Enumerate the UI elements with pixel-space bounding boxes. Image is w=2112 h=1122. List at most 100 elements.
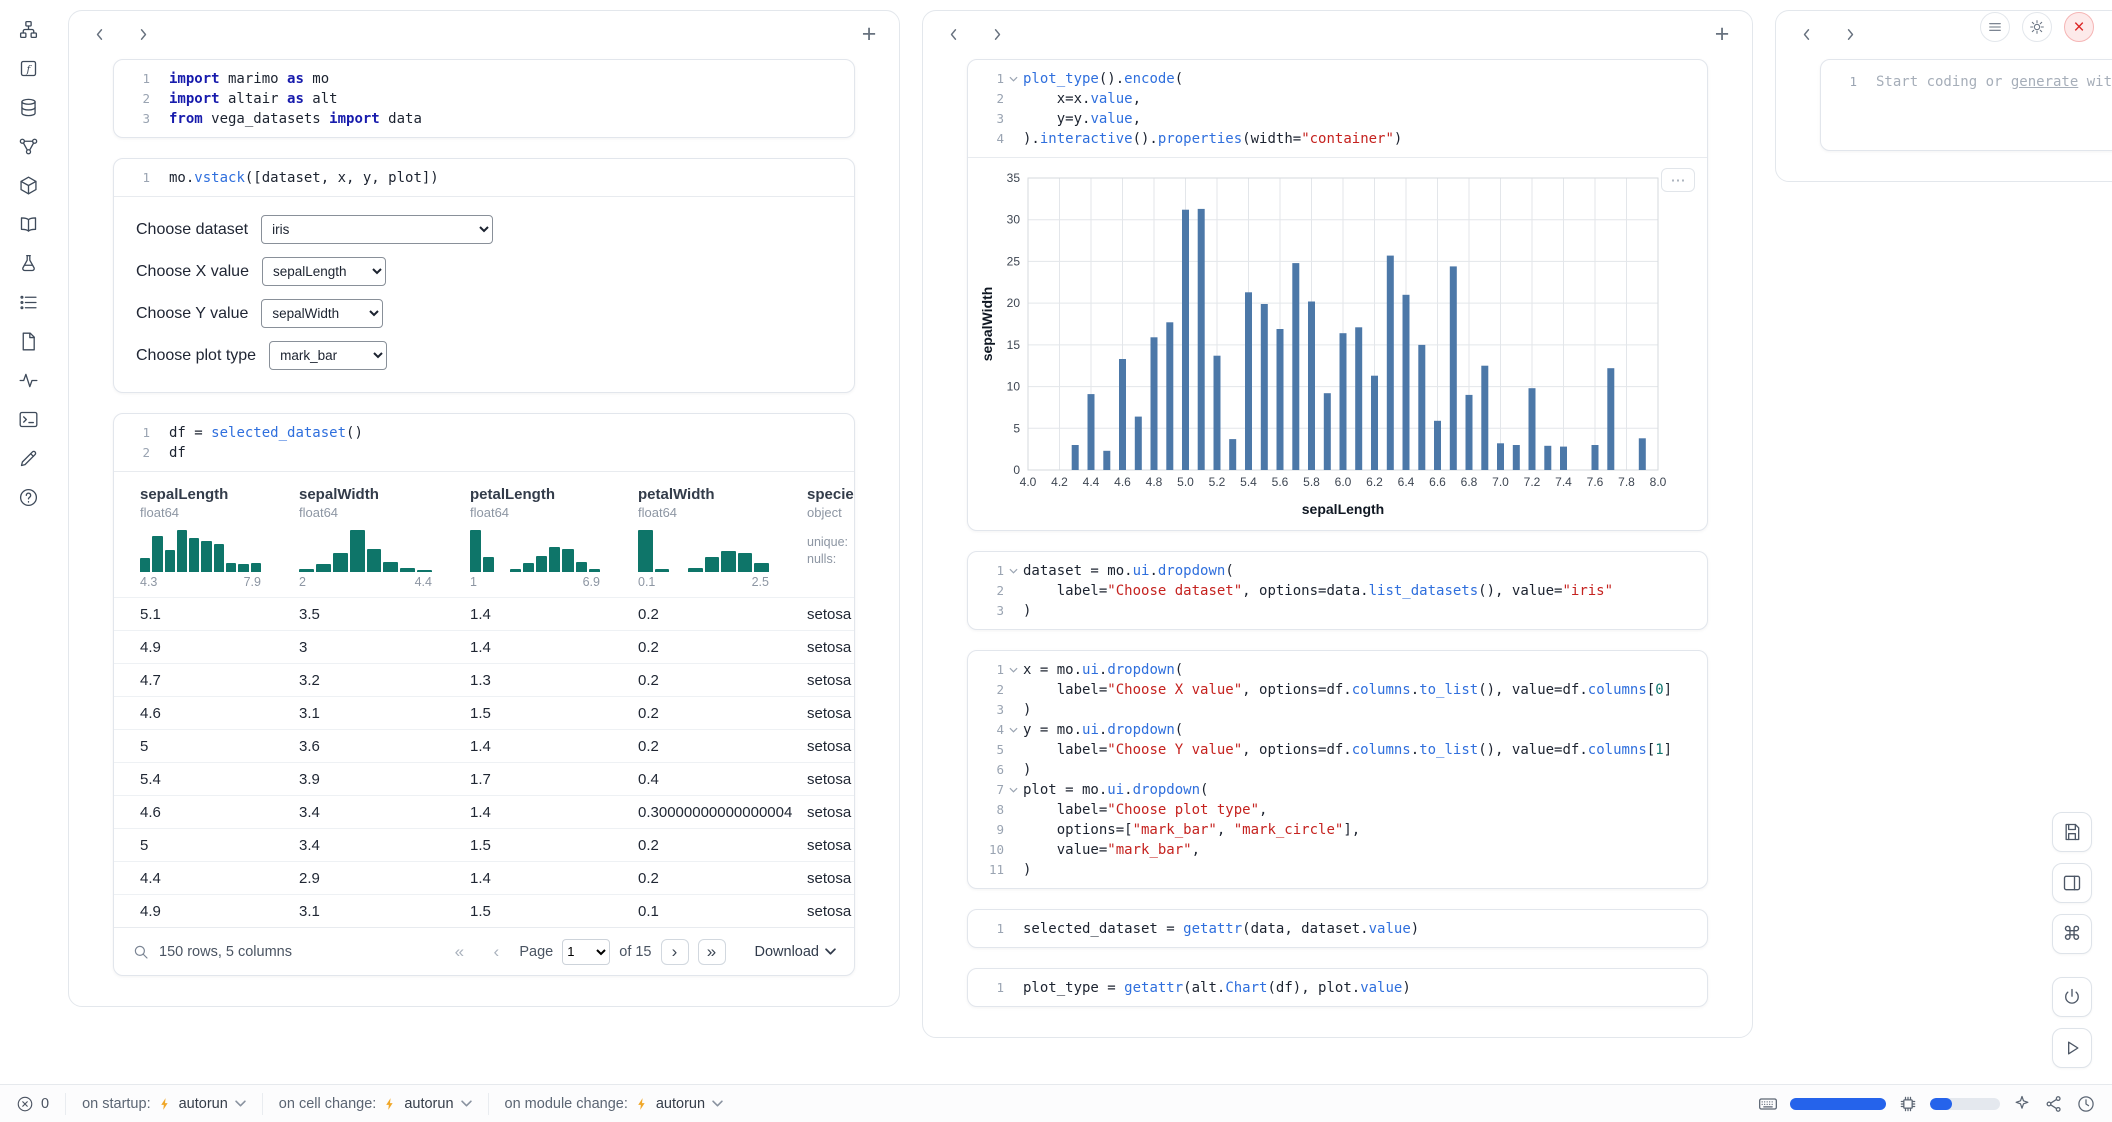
column-histogram[interactable] — [470, 530, 600, 572]
on-cell-change-setting[interactable]: on cell change: autorun — [262, 1093, 488, 1115]
code-line[interactable]: 3) — [968, 601, 1707, 621]
column-move-left-button[interactable] — [941, 22, 965, 46]
sepal-bar-chart[interactable]: 051015202530354.04.24.44.64.85.05.25.45.… — [978, 170, 1688, 522]
packages-panel-button[interactable] — [15, 172, 41, 198]
code-editor[interactable]: 1dataset = mo.ui.dropdown(2 label="Choos… — [968, 552, 1707, 629]
first-page-button[interactable]: « — [445, 939, 473, 965]
code-line[interactable]: 1selected_dataset = getattr(data, datase… — [968, 919, 1707, 939]
cell-empty[interactable]: 1 Start coding or generate with AI. — [1820, 59, 2112, 151]
add-cell-button[interactable]: + — [1710, 22, 1734, 46]
plot-type-select[interactable]: mark_bar — [269, 341, 387, 370]
on-module-change-setting[interactable]: on module change: autorun — [488, 1093, 740, 1115]
history-button[interactable] — [2076, 1094, 2096, 1114]
dependencies-panel-button[interactable] — [15, 133, 41, 159]
scratchpad-panel-button[interactable] — [15, 250, 41, 276]
table-row[interactable]: 4.93.11.50.1setosa — [114, 894, 854, 927]
ai-button[interactable] — [2012, 1094, 2032, 1114]
dataset-select[interactable]: iris — [261, 215, 493, 244]
files-panel-button[interactable] — [15, 16, 41, 42]
column-move-right-button[interactable] — [1838, 22, 1862, 46]
column-histogram[interactable] — [140, 530, 261, 572]
code-line[interactable]: 4).interactive().properties(width="conta… — [968, 129, 1707, 149]
logs-panel-button[interactable] — [15, 406, 41, 432]
column-move-left-button[interactable] — [1794, 22, 1818, 46]
download-button[interactable]: Download — [755, 944, 837, 960]
chart-actions-button[interactable]: ⋯ — [1661, 168, 1695, 192]
outline-panel-button[interactable] — [15, 289, 41, 315]
code-line[interactable]: 10 value="mark_bar", — [968, 840, 1707, 860]
snippets-panel-button[interactable] — [15, 328, 41, 354]
keyboard-shortcuts-button[interactable]: ⌘ — [2052, 914, 2092, 954]
code-line[interactable]: 1df = selected_dataset() — [114, 423, 854, 443]
tracing-panel-button[interactable] — [15, 367, 41, 393]
keyboard-button[interactable] — [1758, 1094, 1778, 1114]
add-cell-button[interactable]: + — [857, 22, 881, 46]
table-row[interactable]: 5.43.91.70.4setosa — [114, 762, 854, 795]
code-line[interactable]: 3) — [968, 700, 1707, 720]
code-line[interactable]: 2df — [114, 443, 854, 463]
table-row[interactable]: 53.41.50.2setosa — [114, 828, 854, 861]
code-editor[interactable]: 1selected_dataset = getattr(data, datase… — [968, 910, 1707, 947]
table-row[interactable]: 4.931.40.2setosa — [114, 630, 854, 663]
documentation-panel-button[interactable] — [15, 211, 41, 237]
column-move-left-button[interactable] — [87, 22, 111, 46]
table-column-header[interactable]: petalLengthfloat6416.9 — [470, 486, 638, 589]
code-editor[interactable]: 1import marimo as mo2import altair as al… — [114, 60, 854, 137]
code-line[interactable]: 2 label="Choose dataset", options=data.l… — [968, 581, 1707, 601]
help-button[interactable] — [15, 484, 41, 510]
table-row[interactable]: 4.63.11.50.2setosa — [114, 696, 854, 729]
code-editor[interactable]: 1plot_type = getattr(alt.Chart(df), plot… — [968, 969, 1707, 1006]
chat-panel-button[interactable] — [15, 445, 41, 471]
code-line[interactable]: 1dataset = mo.ui.dropdown( — [968, 561, 1707, 581]
code-line[interactable]: 2import altair as alt — [114, 89, 854, 109]
table-search-button[interactable] — [132, 943, 150, 961]
x-value-select[interactable]: sepalLength — [262, 257, 386, 286]
save-button[interactable] — [2052, 812, 2092, 852]
run-all-button[interactable] — [2052, 1028, 2092, 1068]
close-button[interactable]: × — [2064, 12, 2094, 42]
code-line[interactable]: 11) — [968, 860, 1707, 880]
column-histogram[interactable] — [299, 530, 432, 572]
on-startup-setting[interactable]: on startup: autorun — [65, 1093, 262, 1115]
page-select[interactable]: 1 — [562, 939, 610, 965]
code-line[interactable]: 1import marimo as mo — [114, 69, 854, 89]
code-editor[interactable]: 1x = mo.ui.dropdown(2 label="Choose X va… — [968, 651, 1707, 888]
table-column-header[interactable]: petalWidthfloat640.12.5 — [638, 486, 807, 589]
code-line[interactable]: 3from vega_datasets import data — [114, 109, 854, 129]
next-page-button[interactable]: › — [661, 939, 689, 965]
table-row[interactable]: 4.73.21.30.2setosa — [114, 663, 854, 696]
code-line[interactable]: 2 x=x.value, — [968, 89, 1707, 109]
restart-button[interactable] — [2052, 977, 2092, 1017]
table-row[interactable]: 5.13.51.40.2setosa — [114, 597, 854, 630]
table-column-header[interactable]: speciesobjectunique:nulls: — [807, 486, 854, 589]
code-line[interactable]: 5 label="Choose Y value", options=df.col… — [968, 740, 1707, 760]
generate-link[interactable]: generate — [2011, 74, 2078, 90]
code-line[interactable]: 1x = mo.ui.dropdown( — [968, 660, 1707, 680]
code-line[interactable]: 1plot_type = getattr(alt.Chart(df), plot… — [968, 978, 1707, 998]
table-row[interactable]: 4.63.41.40.30000000000000004setosa — [114, 795, 854, 828]
code-line[interactable]: 3 y=y.value, — [968, 109, 1707, 129]
kernel-connection-button[interactable] — [2044, 1094, 2064, 1114]
code-line[interactable]: 1plot_type().encode( — [968, 69, 1707, 89]
table-row[interactable]: 53.61.40.2setosa — [114, 729, 854, 762]
code-line[interactable]: 6) — [968, 760, 1707, 780]
column-move-right-button[interactable] — [131, 22, 155, 46]
code-line[interactable]: 8 label="Choose plot type", — [968, 800, 1707, 820]
variables-panel-button[interactable]: f — [15, 55, 41, 81]
layout-button[interactable] — [2052, 863, 2092, 903]
prev-page-button[interactable]: ‹ — [482, 939, 510, 965]
y-value-select[interactable]: sepalWidth — [261, 299, 383, 328]
settings-button[interactable] — [2022, 12, 2052, 42]
code-line[interactable]: 7plot = mo.ui.dropdown( — [968, 780, 1707, 800]
code-line[interactable]: 1mo.vstack([dataset, x, y, plot]) — [114, 168, 854, 188]
code-line[interactable]: 9 options=["mark_bar", "mark_circle"], — [968, 820, 1707, 840]
table-column-header[interactable]: sepalWidthfloat6424.4 — [299, 486, 470, 589]
menu-button[interactable] — [1980, 12, 2010, 42]
code-editor[interactable]: 1mo.vstack([dataset, x, y, plot]) — [114, 159, 854, 196]
table-row[interactable]: 4.42.91.40.2setosa — [114, 861, 854, 894]
last-page-button[interactable]: » — [698, 939, 726, 965]
table-column-header[interactable]: sepalLengthfloat644.37.9 — [140, 486, 299, 589]
code-line[interactable]: 2 label="Choose X value", options=df.col… — [968, 680, 1707, 700]
code-editor[interactable]: 1plot_type().encode(2 x=x.value,3 y=y.va… — [968, 60, 1707, 157]
code-editor[interactable]: 1df = selected_dataset()2df — [114, 414, 854, 471]
